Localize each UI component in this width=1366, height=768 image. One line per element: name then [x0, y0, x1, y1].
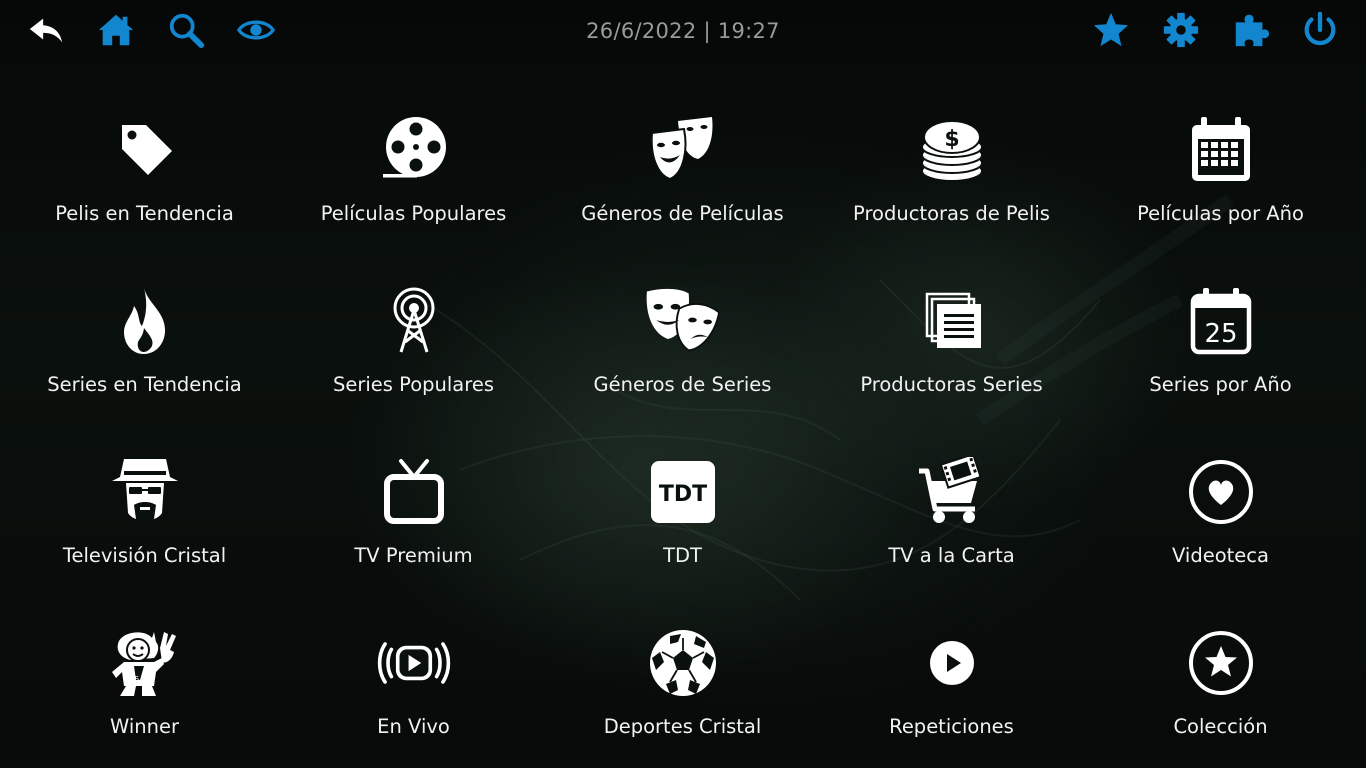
broadcast-tower-icon	[376, 283, 452, 359]
menu-item-label: Productoras de Pelis	[853, 202, 1050, 225]
menu-item-label: Winner	[109, 715, 179, 738]
menu-item-label: Series en Tendencia	[47, 373, 242, 396]
menu-item-label: TDT	[663, 544, 702, 567]
menu-item-label: TV a la Carta	[888, 544, 1015, 567]
menu-item-generos-peliculas[interactable]: Géneros de Películas	[548, 100, 817, 271]
tv-icon	[376, 454, 452, 530]
menu-item-peliculas-por-ano[interactable]: Películas por Año	[1086, 100, 1355, 271]
menu-item-label: Productoras Series	[860, 373, 1043, 396]
menu-item-label: Pelis en Tendencia	[55, 202, 234, 225]
menu-item-pelis-tendencia[interactable]: Pelis en Tendencia	[10, 100, 279, 271]
power-button[interactable]	[1298, 8, 1342, 52]
menu-item-label: Deportes Cristal	[603, 715, 762, 738]
coins-icon: $	[914, 112, 990, 188]
menu-item-label: Series Populares	[332, 373, 494, 396]
menu-item-label: Géneros de Series	[593, 373, 772, 396]
menu-item-label: Repeticiones	[889, 715, 1014, 738]
menu-item-repeticiones[interactable]: Repeticiones	[817, 613, 1086, 768]
hat-man-icon	[107, 454, 183, 530]
menu-item-label: Televisión Cristal	[62, 544, 227, 567]
cartoon-character-icon: J5	[107, 625, 183, 701]
menu-item-label: Películas Populares	[320, 202, 507, 225]
menu-item-deportes-cristal[interactable]: Deportes Cristal	[548, 613, 817, 768]
heart-circle-icon	[1183, 454, 1259, 530]
theater-masks-icon	[645, 112, 721, 188]
top-bar: 26/6/2022 | 19:27	[0, 0, 1366, 68]
puzzle-icon	[1235, 14, 1270, 47]
menu-item-series-tendencia[interactable]: Series en Tendencia	[10, 271, 279, 442]
menu-item-label: Videoteca	[1172, 544, 1269, 567]
svg-text:$: $	[944, 127, 959, 152]
tag-icon	[107, 112, 183, 188]
document-stack-icon	[914, 283, 990, 359]
calendar-grid-icon	[1183, 112, 1259, 188]
menu-item-generos-series[interactable]: Géneros de Series	[548, 271, 817, 442]
menu-item-tv-a-la-carta[interactable]: TV a la Carta	[817, 442, 1086, 613]
menu-item-videoteca[interactable]: Videoteca	[1086, 442, 1355, 613]
menu-item-productoras-pelis[interactable]: $ Productoras de Pelis	[817, 100, 1086, 271]
menu-item-label: En Vivo	[377, 715, 450, 738]
menu-item-tv-premium[interactable]: TV Premium	[279, 442, 548, 613]
calendar-25-icon: 25	[1183, 283, 1259, 359]
theater-masks-large-icon	[645, 283, 721, 359]
gear-icon	[1163, 12, 1199, 48]
cart-film-icon	[914, 454, 990, 530]
calendar-day-number: 25	[1204, 319, 1237, 349]
menu-item-peliculas-populares[interactable]: Películas Populares	[279, 100, 548, 271]
menu-item-series-por-ano[interactable]: 25 Series por Año	[1086, 271, 1355, 442]
play-circle-icon	[914, 625, 990, 701]
svg-text:J5: J5	[131, 675, 139, 684]
star-circle-icon	[1183, 625, 1259, 701]
menu-item-productoras-series[interactable]: Productoras Series	[817, 271, 1086, 442]
menu-item-label: Géneros de Películas	[581, 202, 784, 225]
menu-item-label: TV Premium	[354, 544, 473, 567]
tdt-icon: TDT	[645, 454, 721, 530]
live-broadcast-icon	[376, 625, 452, 701]
power-icon	[1304, 11, 1336, 46]
menu-item-coleccion[interactable]: Colección	[1086, 613, 1355, 768]
settings-button[interactable]	[1159, 8, 1203, 52]
menu-item-label: Colección	[1173, 715, 1268, 738]
star-icon	[1093, 12, 1129, 47]
menu-item-en-vivo[interactable]: En Vivo	[279, 613, 548, 768]
favorites-button[interactable]	[1089, 8, 1133, 52]
menu-item-winner[interactable]: J5 Winner	[10, 613, 279, 768]
soccer-ball-icon	[645, 625, 721, 701]
menu-grid: Pelis en Tendencia Películas Populares G…	[10, 100, 1356, 760]
menu-item-label: Películas por Año	[1137, 202, 1304, 225]
menu-item-label: Series por Año	[1149, 373, 1292, 396]
tdt-logo-text: TDT	[658, 482, 706, 507]
menu-item-tdt[interactable]: TDT TDT	[548, 442, 817, 613]
film-reel-icon	[376, 112, 452, 188]
menu-item-series-populares[interactable]: Series Populares	[279, 271, 548, 442]
fire-icon	[107, 283, 183, 359]
addons-button[interactable]	[1229, 8, 1273, 52]
menu-item-television-cristal[interactable]: Televisión Cristal	[10, 442, 279, 613]
